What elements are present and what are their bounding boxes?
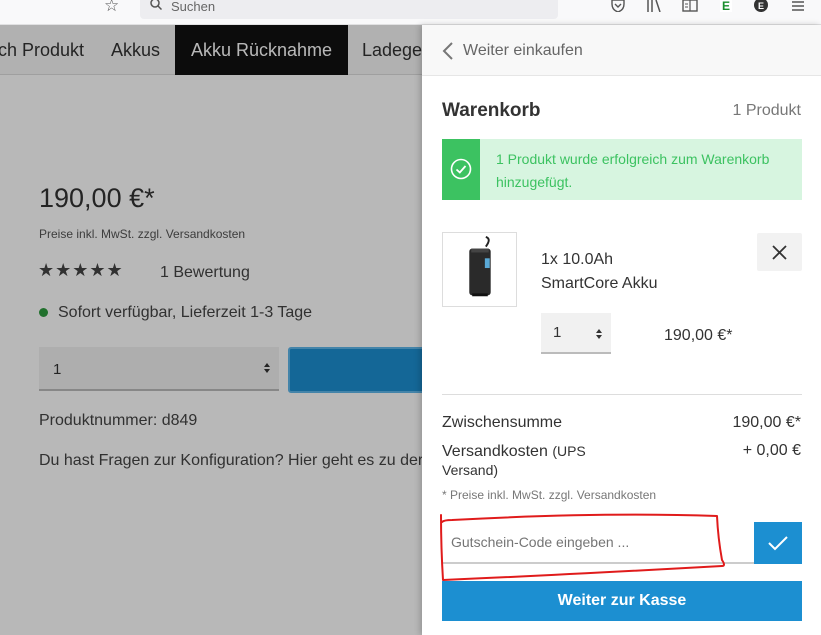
account-e-icon[interactable]: E — [753, 0, 769, 12]
check-circle-icon — [450, 158, 472, 180]
line-item-quantity-name[interactable]: 1x 10.0Ah — [541, 251, 613, 269]
shipping-label: Versandkosten — [442, 443, 548, 460]
remove-item-button[interactable] — [757, 233, 802, 271]
select-arrows-icon — [596, 329, 602, 339]
close-icon — [772, 245, 787, 260]
bookmark-star-icon[interactable]: ☆ — [104, 0, 119, 14]
success-message: 1 Produkt wurde erfolgreich zum Warenkor… — [496, 151, 770, 190]
continue-shopping-link[interactable]: Weiter einkaufen — [422, 25, 821, 76]
check-icon — [768, 536, 788, 551]
chevron-left-icon — [442, 42, 453, 60]
line-item-quantity-value: 1 — [553, 324, 562, 341]
search-icon — [150, 0, 162, 10]
continue-shopping-label: Weiter einkaufen — [463, 42, 583, 59]
cart-divider — [442, 394, 802, 395]
shield-icon[interactable] — [610, 0, 626, 12]
battery-product-image — [469, 235, 491, 297]
menu-icon[interactable] — [790, 0, 806, 12]
success-alert: 1 Produkt wurde erfolgreich zum Warenkor… — [442, 139, 802, 200]
shipping-value: + 0,00 € — [742, 442, 801, 459]
product-thumbnail[interactable] — [442, 232, 517, 307]
offcanvas-cart: Weiter einkaufen Warenkorb 1 Produkt 1 P… — [422, 25, 821, 635]
tax-note: * Preise inkl. MwSt. zzgl. Versandkosten — [442, 488, 657, 502]
success-alert-icon-area — [442, 139, 480, 200]
voucher-submit-button[interactable] — [754, 522, 802, 564]
svg-text:E: E — [758, 1, 764, 11]
subtotal-value: 190,00 €* — [732, 414, 801, 431]
cart-title: Warenkorb — [442, 100, 541, 121]
subtotal-label: Zwischensumme — [442, 414, 563, 431]
library-icon[interactable] — [646, 0, 662, 12]
shipping-label-block: Versandkosten (UPS Versand) — [442, 442, 612, 480]
line-item-name[interactable]: SmartCore Akku — [541, 275, 657, 293]
browser-toolbar: ☆ Suchen E E — [0, 0, 821, 25]
extension-e-icon[interactable]: E — [718, 0, 734, 12]
reader-view-icon[interactable] — [682, 0, 698, 12]
svg-text:E: E — [722, 0, 730, 12]
voucher-code-input[interactable] — [442, 522, 754, 564]
search-placeholder: Suchen — [171, 0, 216, 14]
cart-item-count: 1 Produkt — [732, 102, 801, 119]
search-bar[interactable]: Suchen — [140, 0, 558, 19]
line-item-price: 190,00 €* — [664, 327, 733, 344]
line-item-quantity-select[interactable]: 1 — [541, 313, 611, 354]
checkout-button[interactable]: Weiter zur Kasse — [442, 581, 802, 621]
